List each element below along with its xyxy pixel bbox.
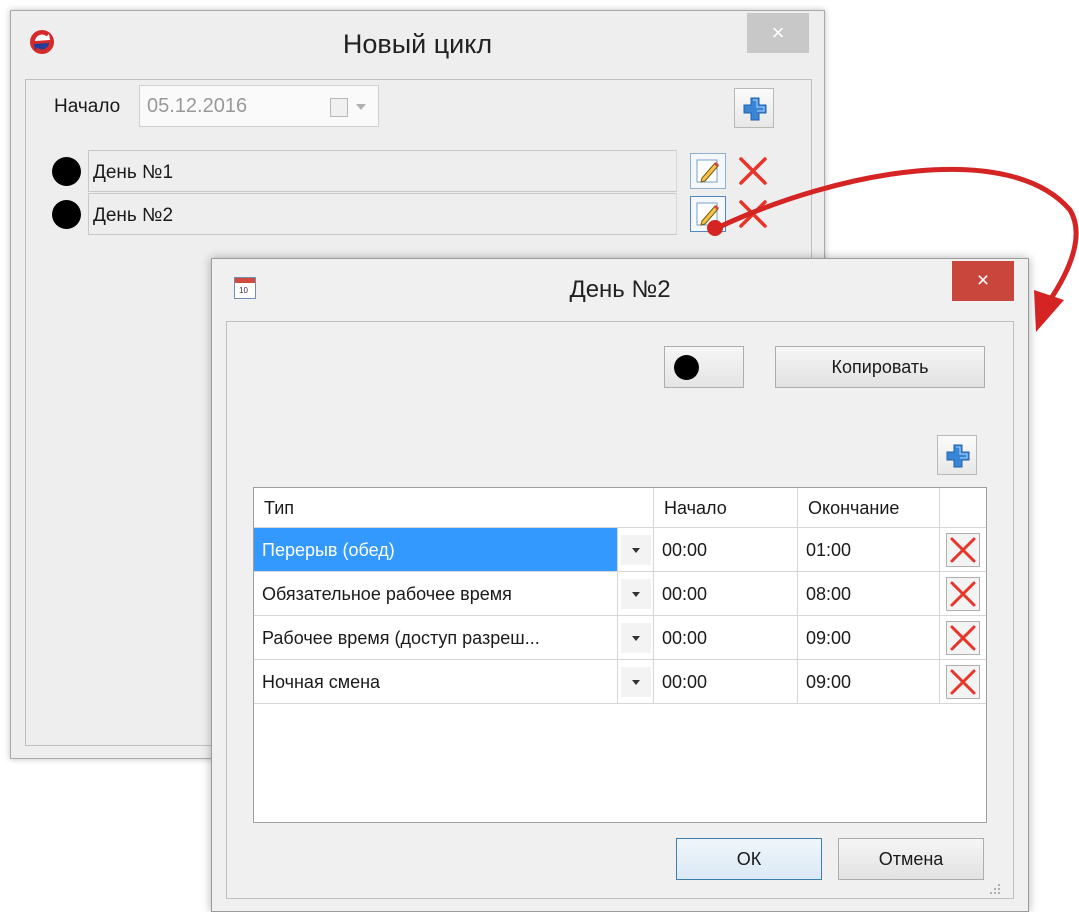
delete-x-icon bbox=[950, 625, 976, 651]
delete-row-button[interactable] bbox=[946, 533, 980, 567]
intervals-table: Тип Начало Окончание Перерыв (обед) 00:0… bbox=[253, 487, 987, 823]
chevron-down-icon[interactable] bbox=[621, 623, 651, 653]
copy-button[interactable]: Копировать bbox=[775, 346, 985, 388]
start-cell[interactable]: 00:00 bbox=[654, 616, 798, 660]
day-color-dot[interactable] bbox=[52, 200, 81, 229]
day-color-dot[interactable] bbox=[52, 157, 81, 186]
delete-cell bbox=[940, 616, 986, 660]
start-label: Начало bbox=[54, 96, 121, 117]
table-row[interactable]: Обязательное рабочее время 00:00 08:00 bbox=[254, 572, 986, 616]
add-interval-button[interactable] bbox=[937, 435, 977, 475]
day-dialog: День №2 10 × Копировать Тип Начало Оконч… bbox=[211, 258, 1029, 912]
plus-icon bbox=[946, 444, 970, 468]
delete-row-button[interactable] bbox=[946, 577, 980, 611]
start-cell[interactable]: 00:00 bbox=[654, 660, 798, 704]
chevron-down-icon[interactable] bbox=[621, 535, 651, 565]
cancel-button[interactable]: Отмена bbox=[838, 838, 984, 880]
day-color-button[interactable] bbox=[664, 346, 744, 388]
chevron-down-icon[interactable] bbox=[621, 579, 651, 609]
type-dropdown-cell bbox=[618, 660, 654, 704]
end-cell[interactable]: 01:00 bbox=[798, 528, 940, 572]
delete-row-button[interactable] bbox=[946, 621, 980, 655]
start-cell[interactable]: 00:00 bbox=[654, 572, 798, 616]
column-header-type[interactable]: Тип bbox=[254, 488, 654, 528]
start-date-value: 05.12.2016 bbox=[147, 95, 248, 117]
end-cell[interactable]: 08:00 bbox=[798, 572, 940, 616]
ok-button[interactable]: ОК bbox=[676, 838, 822, 880]
type-cell[interactable]: Рабочее время (доступ разреш... bbox=[254, 616, 618, 660]
resize-grip-icon[interactable] bbox=[987, 881, 1001, 895]
end-cell[interactable]: 09:00 bbox=[798, 660, 940, 704]
chevron-down-icon[interactable] bbox=[621, 667, 651, 697]
start-date-picker[interactable]: 05.12.2016 bbox=[139, 85, 379, 127]
delete-x-icon bbox=[950, 537, 976, 563]
type-cell[interactable]: Ночная смена bbox=[254, 660, 618, 704]
table-row[interactable]: Перерыв (обед) 00:00 01:00 bbox=[254, 528, 986, 572]
add-day-button[interactable] bbox=[734, 88, 774, 128]
day-row[interactable]: День №2 bbox=[52, 193, 682, 235]
chevron-down-icon bbox=[356, 104, 366, 110]
delete-x-icon bbox=[950, 669, 976, 695]
end-cell[interactable]: 09:00 bbox=[798, 616, 940, 660]
day-name-field[interactable]: День №2 bbox=[88, 193, 677, 235]
delete-cell bbox=[940, 572, 986, 616]
close-button[interactable]: × bbox=[747, 13, 809, 53]
table-row[interactable]: Рабочее время (доступ разреш... 00:00 09… bbox=[254, 616, 986, 660]
color-dot-icon bbox=[674, 355, 699, 380]
type-cell[interactable]: Перерыв (обед) bbox=[254, 528, 618, 572]
column-header-start[interactable]: Начало bbox=[654, 488, 798, 528]
day-row[interactable]: День №1 bbox=[52, 150, 682, 192]
window-title: Новый цикл bbox=[342, 29, 493, 59]
type-cell[interactable]: Обязательное рабочее время bbox=[254, 572, 618, 616]
delete-x-icon bbox=[950, 581, 976, 607]
column-header-end[interactable]: Окончание bbox=[798, 488, 940, 528]
column-header-actions bbox=[940, 488, 986, 528]
start-cell[interactable]: 00:00 bbox=[654, 528, 798, 572]
type-dropdown-cell bbox=[618, 572, 654, 616]
delete-row-button[interactable] bbox=[946, 665, 980, 699]
calendar-dialog-icon: 10 bbox=[234, 277, 256, 299]
calendar-icon bbox=[330, 98, 348, 117]
type-dropdown-cell bbox=[618, 528, 654, 572]
delete-cell bbox=[940, 528, 986, 572]
plus-icon bbox=[743, 97, 767, 121]
delete-cell bbox=[940, 660, 986, 704]
type-dropdown-cell bbox=[618, 616, 654, 660]
app-logo-icon bbox=[30, 30, 54, 54]
day-name-field[interactable]: День №1 bbox=[88, 150, 677, 192]
annotation-arrow bbox=[707, 166, 1079, 332]
table-row[interactable]: Ночная смена 00:00 09:00 bbox=[254, 660, 986, 704]
